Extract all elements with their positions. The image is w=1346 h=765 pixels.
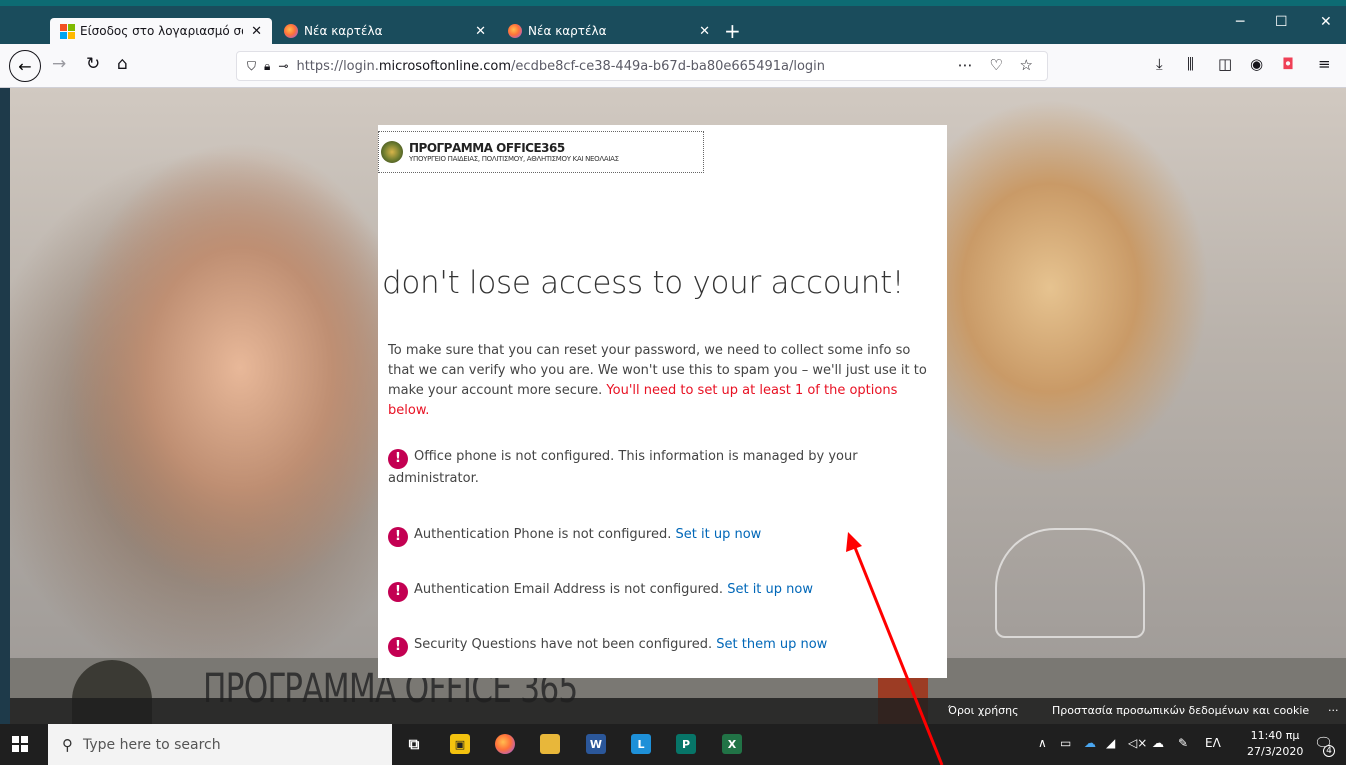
cloud-graphic bbox=[995, 528, 1145, 638]
page-title: don't lose access to your account! bbox=[382, 265, 905, 301]
notification-count-badge: 4 bbox=[1323, 745, 1335, 757]
word-icon[interactable]: W bbox=[586, 734, 606, 754]
tab-sign-in[interactable]: Είσοδος στο λογαριασμό σας ✕ bbox=[50, 18, 272, 44]
input-language[interactable]: ΕΛ bbox=[1205, 736, 1221, 750]
browser-tab-strip: Είσοδος στο λογαριασμό σας ✕ Νέα καρτέλα… bbox=[0, 0, 1346, 44]
onedrive-icon[interactable]: ☁ bbox=[1084, 736, 1096, 750]
pocket-icon[interactable]: ◘ bbox=[1282, 55, 1294, 73]
lync-icon[interactable]: L bbox=[631, 734, 651, 754]
pen-icon[interactable]: ✎ bbox=[1178, 736, 1188, 750]
taskbar-clock[interactable]: 11:40 πμ 27/3/2020 bbox=[1247, 728, 1303, 760]
close-window-icon[interactable]: ✕ bbox=[1320, 14, 1332, 30]
back-arrow-icon[interactable]: ← bbox=[9, 50, 41, 82]
more-options-icon[interactable]: ··· bbox=[1328, 704, 1339, 717]
proof-up-dialog: ΠΡΟΓΡΑΜΜΑ OFFICE365 ΥΠΟΥΡΓΕΙΟ ΠΑΙΔΕΙΑΣ, … bbox=[378, 125, 947, 678]
window-top-edge bbox=[0, 0, 1346, 6]
microsoft-logo-icon bbox=[60, 24, 75, 39]
search-icon: ⚲ bbox=[62, 735, 73, 754]
account-icon[interactable]: ◉ bbox=[1250, 55, 1263, 73]
url-path: /ecdbe8cf-ce38-449a-b67d-ba80e665491a/lo… bbox=[511, 58, 826, 74]
set-up-phone-link[interactable]: Set it up now bbox=[676, 527, 762, 542]
set-up-email-link[interactable]: Set it up now bbox=[727, 582, 813, 597]
security-questions-status: ! Security Questions have not been config… bbox=[388, 635, 940, 657]
logo-title: ΠΡΟΓΡΑΜΜΑ OFFICE365 bbox=[409, 141, 565, 155]
tab-title: Νέα καρτέλα bbox=[304, 24, 383, 38]
alert-icon: ! bbox=[388, 449, 408, 469]
cloud-sync-icon[interactable]: ☁ bbox=[1152, 736, 1164, 750]
excel-icon[interactable]: X bbox=[722, 734, 742, 754]
new-tab-button[interactable]: + bbox=[724, 18, 741, 44]
file-explorer-icon[interactable] bbox=[540, 734, 560, 754]
home-icon[interactable]: ⌂ bbox=[117, 54, 128, 74]
task-view-icon[interactable]: ⧉ bbox=[404, 734, 424, 754]
tab-close-icon[interactable]: ✕ bbox=[475, 24, 486, 39]
volume-muted-icon[interactable]: ◁× bbox=[1128, 736, 1147, 750]
status-text: Authentication Phone is not configured. bbox=[414, 527, 672, 542]
organization-logo: ΠΡΟΓΡΑΜΜΑ OFFICE365 ΥΠΟΥΡΓΕΙΟ ΠΑΙΔΕΙΑΣ, … bbox=[378, 131, 704, 173]
alert-icon: ! bbox=[388, 527, 408, 547]
office-phone-status: ! Office phone is not configured. This in… bbox=[388, 447, 940, 489]
minimize-icon[interactable]: ─ bbox=[1236, 14, 1244, 30]
set-up-questions-link[interactable]: Set them up now bbox=[716, 637, 827, 652]
network-icon[interactable]: ▭ bbox=[1060, 736, 1071, 750]
tab-close-icon[interactable]: ✕ bbox=[699, 24, 710, 39]
alert-icon: ! bbox=[388, 637, 408, 657]
tab-title: Είσοδος στο λογαριασμό σας bbox=[80, 24, 244, 38]
show-hidden-icons-icon[interactable]: ∧ bbox=[1038, 736, 1047, 750]
page-actions-icons[interactable]: ⋯ ♡ ☆ bbox=[958, 56, 1039, 74]
logo-subtitle: ΥΠΟΥΡΓΕΙΟ ΠΑΙΔΕΙΑΣ, ΠΟΛΙΤΙΣΜΟΥ, ΑΘΛΗΤΙΣΜ… bbox=[409, 155, 619, 163]
menu-icon[interactable]: ≡ bbox=[1318, 55, 1331, 73]
address-bar[interactable]: ⛉ 🔒︎ ⊸ https://login. microsoftonline.com… bbox=[236, 51, 1048, 81]
status-text: Authentication Email Address is not conf… bbox=[414, 582, 724, 597]
navigation-toolbar: ← → ↻ ⌂ ⛉ 🔒︎ ⊸ https://login. microsofton… bbox=[0, 44, 1346, 88]
sidebar-icon[interactable]: ◫ bbox=[1218, 55, 1232, 73]
windows-start-icon[interactable] bbox=[12, 736, 28, 752]
store-icon[interactable]: ▣ bbox=[450, 734, 470, 754]
windows-taskbar: ⚲ Type here to search ⧉ ▣ W L P X ∧ ▭ ☁ … bbox=[0, 724, 1346, 765]
search-placeholder: Type here to search bbox=[83, 736, 221, 753]
download-icon[interactable]: ⤓ bbox=[1156, 55, 1163, 73]
forward-arrow-icon[interactable]: → bbox=[52, 54, 66, 74]
taskbar-search-box[interactable]: ⚲ Type here to search bbox=[48, 724, 392, 765]
maximize-icon[interactable]: ☐ bbox=[1275, 14, 1288, 30]
firefox-icon[interactable] bbox=[495, 734, 515, 754]
intro-paragraph: To make sure that you can reset your pas… bbox=[388, 341, 940, 421]
seal-icon bbox=[381, 141, 403, 163]
library-icon[interactable]: ⫼ bbox=[1187, 55, 1194, 73]
reload-icon[interactable]: ↻ bbox=[86, 54, 100, 74]
status-text: Security Questions have not been configu… bbox=[414, 637, 713, 652]
tab-new-2[interactable]: Νέα καρτέλα ✕ bbox=[498, 18, 720, 44]
url-domain: microsoftonline.com bbox=[378, 58, 512, 74]
key-icon[interactable]: ⊸ bbox=[278, 59, 288, 73]
tab-close-icon[interactable]: ✕ bbox=[251, 24, 262, 39]
lock-icon[interactable]: 🔒︎ bbox=[264, 59, 270, 74]
authentication-email-status: ! Authentication Email Address is not con… bbox=[388, 580, 940, 602]
shield-icon[interactable]: ⛉ bbox=[247, 59, 256, 74]
firefox-logo-icon bbox=[508, 24, 522, 38]
privacy-cookies-link[interactable]: Προστασία προσωπικών δεδομένων και cooki… bbox=[1052, 704, 1309, 717]
authentication-phone-status: ! Authentication Phone is not configured.… bbox=[388, 525, 940, 547]
login-page-background: ΠΡΟΓΡΑΜΜΑ OFFICE 365 Όροι χρήσης Προστασ… bbox=[10, 88, 1346, 724]
tab-new-1[interactable]: Νέα καρτέλα ✕ bbox=[274, 18, 496, 44]
publisher-icon[interactable]: P bbox=[676, 734, 696, 754]
clock-date: 27/3/2020 bbox=[1247, 745, 1304, 758]
status-text: Office phone is not configured. This inf… bbox=[388, 449, 858, 486]
terms-of-use-link[interactable]: Όροι χρήσης bbox=[948, 704, 1019, 717]
wifi-icon[interactable]: ◢ bbox=[1106, 736, 1115, 750]
alert-icon: ! bbox=[388, 582, 408, 602]
url-prefix: https://login. bbox=[296, 58, 379, 74]
clock-time: 11:40 πμ bbox=[1250, 729, 1300, 742]
footer-links: Όροι χρήσης Προστασία προσωπικών δεδομέν… bbox=[10, 698, 1346, 724]
firefox-logo-icon bbox=[284, 24, 298, 38]
tab-title: Νέα καρτέλα bbox=[528, 24, 607, 38]
